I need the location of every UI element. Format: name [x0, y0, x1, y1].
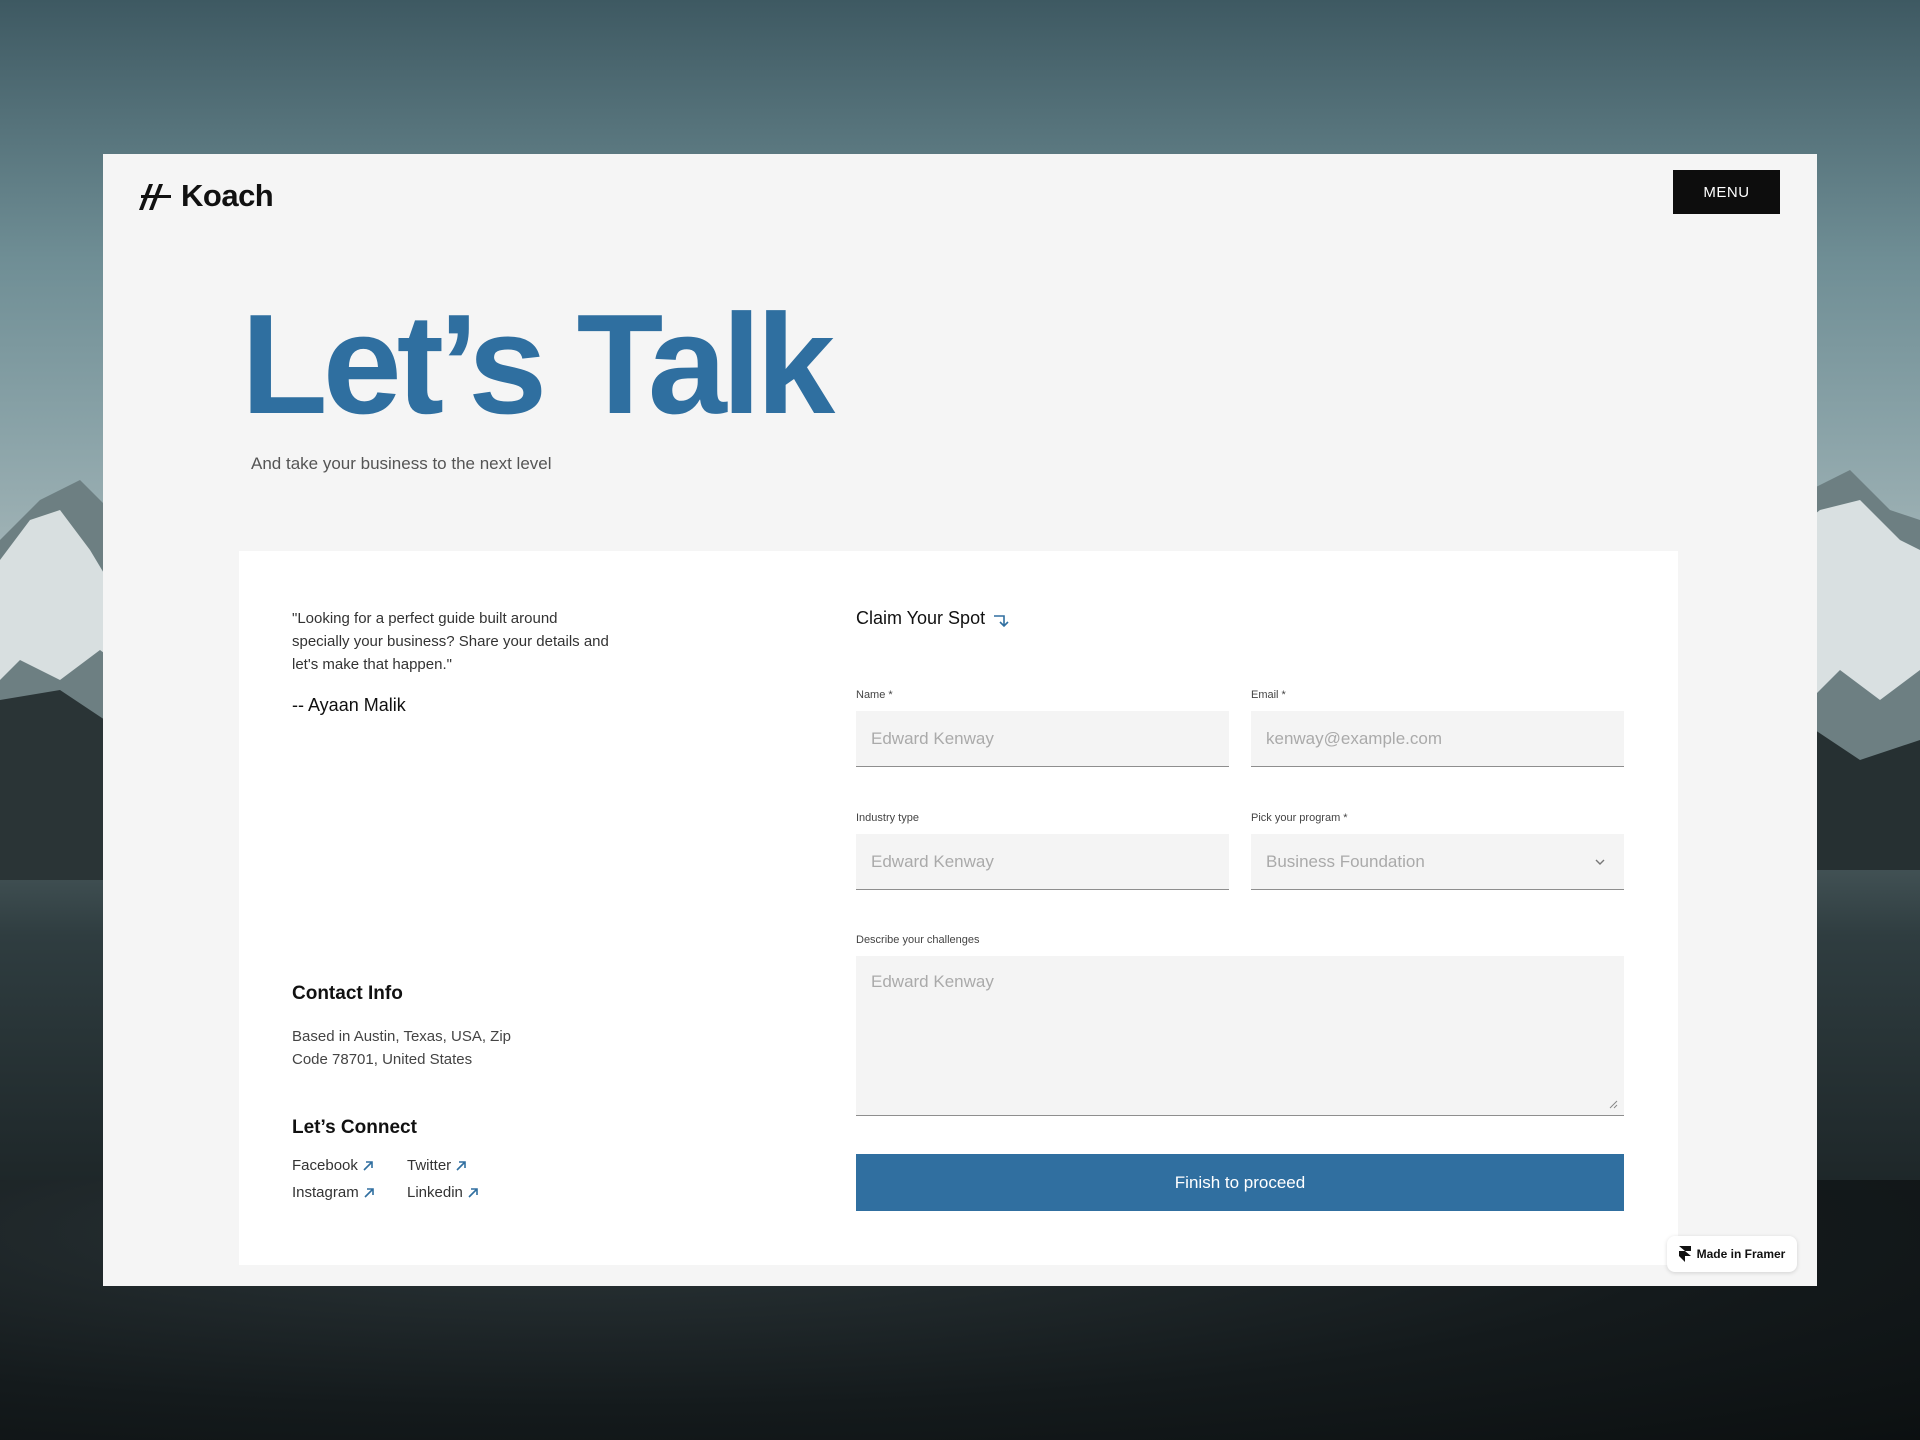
made-in-framer-badge[interactable]: Made in Framer	[1667, 1236, 1797, 1272]
facebook-link[interactable]: Facebook	[292, 1157, 407, 1174]
instagram-link-label: Instagram	[292, 1184, 359, 1201]
brand-logo[interactable]: Koach	[137, 174, 274, 218]
linkedin-link-label: Linkedin	[407, 1184, 463, 1201]
social-links: Facebook Twitter Instagram Linkedin	[292, 1157, 507, 1201]
framer-logo-icon	[1678, 1246, 1691, 1262]
facebook-link-label: Facebook	[292, 1157, 358, 1174]
form-title: Claim Your Spot	[856, 606, 1011, 630]
email-label: Email *	[1251, 689, 1286, 701]
challenges-textarea[interactable]	[871, 972, 1609, 1032]
name-field[interactable]	[856, 711, 1229, 767]
industry-field[interactable]	[856, 834, 1229, 890]
arrow-up-right-icon	[363, 1160, 373, 1171]
contact-panel: "Looking for a perfect guide built aroun…	[239, 551, 1678, 1265]
arrow-up-right-icon	[468, 1187, 478, 1198]
arrow-up-right-icon	[364, 1187, 374, 1198]
program-select[interactable]: Business Foundation	[1251, 834, 1624, 890]
page-subtitle: And take your business to the next level	[251, 454, 552, 473]
menu-button[interactable]: MENU	[1673, 170, 1780, 214]
name-label: Name *	[856, 689, 893, 701]
twitter-link-label: Twitter	[407, 1157, 452, 1174]
arrow-up-right-icon	[456, 1160, 466, 1171]
framer-badge-label: Made in Framer	[1696, 1247, 1786, 1261]
contact-info-heading: Contact Info	[292, 983, 403, 1004]
instagram-link[interactable]: Instagram	[292, 1184, 407, 1201]
logo-text: Koach	[181, 178, 274, 213]
turn-down-arrow-icon	[994, 615, 1009, 628]
program-selected-value: Business Foundation	[1266, 851, 1425, 871]
page-title: Let’s Talk	[241, 285, 835, 444]
industry-label: Industry type	[856, 812, 919, 824]
program-label: Pick your program *	[1251, 812, 1348, 824]
connect-heading: Let’s Connect	[292, 1117, 417, 1138]
industry-input[interactable]	[871, 851, 1214, 872]
challenges-field[interactable]	[856, 956, 1624, 1116]
form-title-text: Claim Your Spot	[856, 607, 986, 628]
contact-address: Based in Austin, Texas, USA, Zip Code 78…	[292, 1028, 512, 1068]
linkedin-link[interactable]: Linkedin	[407, 1184, 507, 1201]
email-input[interactable]	[1266, 728, 1609, 749]
resize-handle-icon[interactable]	[1608, 1099, 1618, 1109]
slash-logo-icon	[139, 184, 171, 210]
testimonial-author: -- Ayaan Malik	[292, 695, 406, 715]
name-input[interactable]	[871, 728, 1214, 749]
challenges-label: Describe your challenges	[856, 934, 980, 946]
page-card: Koach MENU Let’s Talk And take your busi…	[103, 154, 1817, 1286]
testimonial-quote: "Looking for a perfect guide built aroun…	[292, 610, 609, 673]
twitter-link[interactable]: Twitter	[407, 1157, 507, 1174]
chevron-down-icon	[1595, 859, 1605, 865]
email-field[interactable]	[1251, 711, 1624, 767]
finish-button[interactable]: Finish to proceed	[856, 1154, 1624, 1211]
